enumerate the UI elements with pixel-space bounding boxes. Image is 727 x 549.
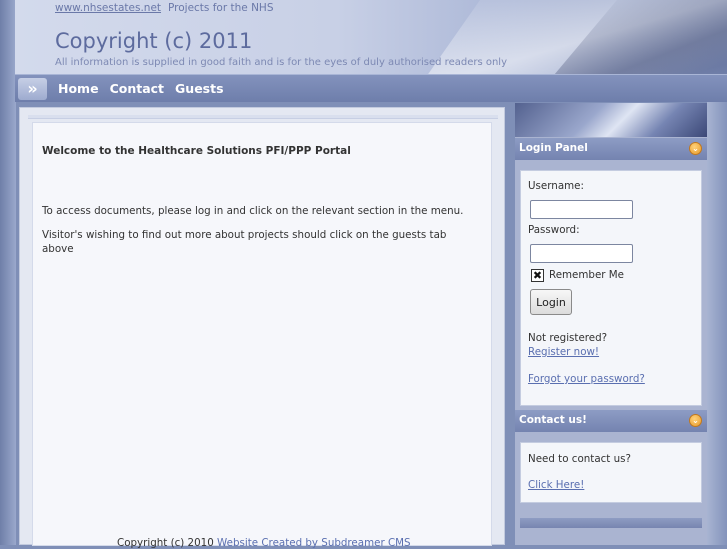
site-url-link[interactable]: www.nhsestates.net: [55, 2, 161, 14]
username-input[interactable]: [530, 200, 633, 219]
not-registered-text: Not registered?: [528, 332, 608, 344]
contact-prompt: Need to contact us?: [528, 453, 631, 465]
nav-items: Home Contact Guests: [58, 81, 224, 96]
sidebar: Login Panel ⌄ Username: Password: ✖ Reme…: [515, 103, 707, 545]
login-panel-header[interactable]: Login Panel ⌄: [515, 138, 707, 160]
login-panel-title: Login Panel: [519, 142, 588, 154]
password-input[interactable]: [530, 244, 633, 263]
content-area: Welcome to the Healthcare Solutions PFI/…: [19, 107, 505, 549]
username-label: Username:: [528, 180, 584, 192]
content-divider: [28, 115, 498, 119]
password-label: Password:: [528, 224, 580, 236]
login-panel: Username: Password: ✖ Remember Me Login …: [520, 170, 702, 406]
nav-item-home[interactable]: Home: [58, 81, 99, 96]
contact-link[interactable]: Click Here!: [528, 479, 584, 491]
double-chevron-icon: »: [18, 78, 47, 100]
content-panel: Welcome to the Healthcare Solutions PFI/…: [32, 122, 492, 549]
collapse-toggle-icon[interactable]: ⌄: [689, 142, 702, 155]
left-edge-decoration: [0, 0, 16, 545]
nav-item-contact[interactable]: Contact: [110, 81, 164, 96]
contact-panel-title: Contact us!: [519, 414, 587, 426]
instructions-text: To access documents, please log in and c…: [42, 205, 464, 217]
welcome-heading: Welcome to the Healthcare Solutions PFI/…: [42, 145, 351, 157]
footer-cms-link[interactable]: Website Created by Subdreamer CMS: [217, 537, 411, 549]
sidebar-strip: [520, 518, 702, 528]
contact-panel-header[interactable]: Contact us! ⌄: [515, 410, 707, 432]
register-link[interactable]: Register now!: [528, 346, 599, 358]
sidebar-banner-graphic: [515, 103, 707, 137]
remember-me-checkbox[interactable]: ✖: [531, 269, 544, 282]
site-title: Copyright (c) 2011: [55, 29, 253, 53]
guests-info-text: Visitor's wishing to find out more about…: [42, 229, 447, 255]
main-navigation: » Home Contact Guests: [15, 74, 727, 102]
collapse-toggle-icon[interactable]: ⌄: [689, 414, 702, 427]
site-tagline: Projects for the NHS: [168, 2, 274, 14]
contact-panel: Need to contact us? Click Here!: [520, 442, 702, 503]
nav-item-guests[interactable]: Guests: [175, 81, 224, 96]
remember-me-label: Remember Me: [549, 269, 625, 281]
login-button[interactable]: Login: [530, 289, 572, 315]
page-footer: Copyright (c) 2010 Website Created by Su…: [117, 537, 411, 549]
site-header: www.nhsestates.net Projects for the NHS …: [15, 0, 727, 74]
forgot-password-link[interactable]: Forgot your password?: [528, 373, 645, 385]
footer-copyright: Copyright (c) 2010: [117, 537, 214, 549]
site-notice: All information is supplied in good fait…: [55, 57, 507, 68]
